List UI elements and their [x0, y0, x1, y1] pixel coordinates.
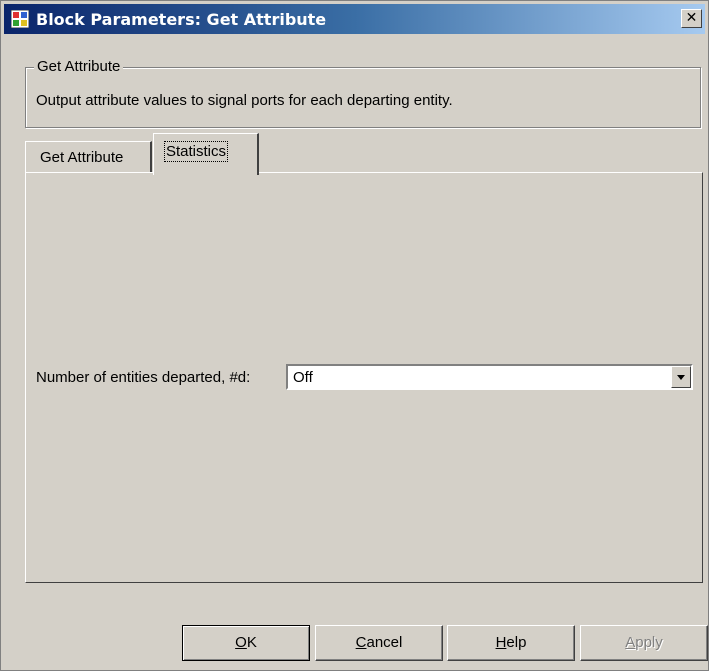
- ok-mnemonic: O: [235, 634, 247, 651]
- cancel-mnemonic: C: [355, 634, 367, 651]
- close-icon[interactable]: ✕: [681, 9, 702, 28]
- window-title: Block Parameters: Get Attribute: [36, 10, 327, 29]
- help-button[interactable]: Help: [447, 625, 575, 661]
- tab-label: Statistics: [163, 141, 229, 162]
- entities-departed-select[interactable]: Off: [286, 364, 693, 390]
- dropdown-arrow-icon[interactable]: [671, 366, 691, 388]
- simulink-block-icon: [11, 10, 29, 28]
- ok-button[interactable]: OK: [182, 625, 310, 661]
- tab-label: Get Attribute: [40, 149, 124, 166]
- apply-label-rest: pply: [635, 634, 663, 651]
- entities-departed-label: Number of entities departed, #d:: [36, 369, 251, 386]
- groupbox-legend: Get Attribute: [34, 58, 124, 75]
- ok-label-rest: K: [246, 634, 257, 651]
- help-label-rest: elp: [506, 634, 527, 651]
- apply-button[interactable]: Apply: [580, 625, 708, 661]
- help-mnemonic: H: [495, 634, 507, 651]
- tab-get-attribute[interactable]: Get Attribute: [25, 141, 152, 173]
- title-bar[interactable]: Block Parameters: Get Attribute ✕: [4, 4, 705, 34]
- tab-statistics[interactable]: Statistics: [153, 133, 259, 175]
- select-value: Off: [293, 369, 313, 386]
- cancel-label-rest: ancel: [366, 634, 403, 651]
- apply-mnemonic: A: [625, 634, 636, 651]
- dialog-window: Block Parameters: Get Attribute ✕ Get At…: [0, 0, 709, 671]
- block-description: Output attribute values to signal ports …: [36, 92, 453, 109]
- cancel-button[interactable]: Cancel: [315, 625, 443, 661]
